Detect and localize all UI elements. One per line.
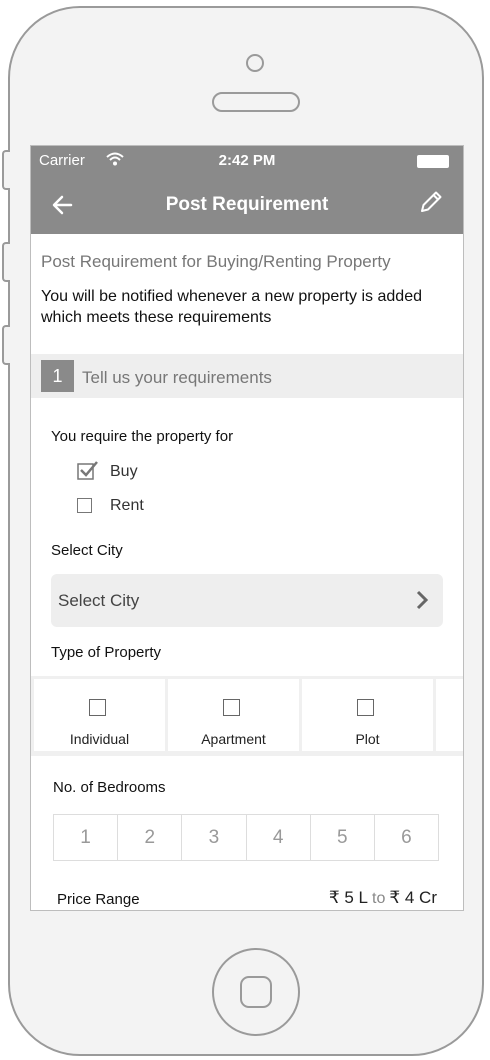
chevron-right-icon xyxy=(416,590,429,610)
app-header: Carrier 2:42 PM Post Requirement xyxy=(31,146,463,234)
app-screen: Carrier 2:42 PM Post Requirement Post Re… xyxy=(30,145,464,911)
bedroom-option[interactable]: 3 xyxy=(182,815,247,860)
property-type-label: Type of Property xyxy=(51,644,162,661)
earpiece-speaker xyxy=(212,92,300,112)
checkbox-icon[interactable] xyxy=(357,699,374,716)
bedroom-option[interactable]: 1 xyxy=(54,815,119,860)
purpose-label: You require the property for xyxy=(51,428,234,445)
home-button-square xyxy=(240,976,272,1008)
type-card-plot[interactable]: Plot xyxy=(302,679,433,751)
checkbox-icon[interactable] xyxy=(223,699,240,716)
buy-label: Buy xyxy=(110,463,138,480)
checkbox-checked-icon[interactable] xyxy=(77,459,99,481)
checkbox-icon[interactable] xyxy=(89,699,106,716)
property-type-list: Individual Apartment Plot xyxy=(31,676,463,756)
bedroom-option[interactable]: 4 xyxy=(247,815,311,860)
type-label: Apartment xyxy=(201,731,266,747)
volume-down-button xyxy=(2,325,10,365)
intro-text: You will be notified whenever a new prop… xyxy=(41,288,422,326)
mute-switch xyxy=(2,150,10,190)
page-title: Post Requirement xyxy=(165,194,329,215)
bedrooms-selector: 1 2 3 4 5 6 xyxy=(53,814,439,861)
price-range-value: ₹ 5 Lto ₹ 4 Cr xyxy=(329,888,437,908)
battery-icon xyxy=(417,155,449,168)
rent-label: Rent xyxy=(110,497,144,514)
bedrooms-label: No. of Bedrooms xyxy=(53,779,166,796)
bedroom-option[interactable]: 6 xyxy=(375,815,438,860)
type-card-apartment[interactable]: Apartment xyxy=(168,679,299,751)
home-button[interactable] xyxy=(212,948,300,1036)
type-label: Individual xyxy=(69,731,130,747)
type-card-next[interactable] xyxy=(436,679,463,751)
city-selector[interactable]: Select City xyxy=(51,574,443,627)
city-placeholder: Select City xyxy=(58,591,140,610)
bedroom-option[interactable]: 5 xyxy=(311,815,375,860)
bedroom-option[interactable]: 2 xyxy=(118,815,183,860)
price-min: ₹ 5 L xyxy=(328,888,368,907)
status-time: 2:42 PM xyxy=(218,152,276,169)
camera-dot xyxy=(246,54,264,72)
price-to: to xyxy=(372,890,386,907)
step-number: 1 xyxy=(41,360,74,392)
edit-pencil-icon[interactable] xyxy=(417,188,445,216)
price-max: ₹ 4 Cr xyxy=(389,888,437,907)
price-range-label: Price Range xyxy=(57,891,140,908)
city-label: Select City xyxy=(51,542,123,559)
intro-heading: Post Requirement for Buying/Renting Prop… xyxy=(41,252,391,271)
step-header: 1 Tell us your requirements xyxy=(31,354,463,398)
status-bar: Carrier 2:42 PM xyxy=(39,152,455,172)
step-label: Tell us your requirements xyxy=(82,368,272,387)
volume-up-button xyxy=(2,242,10,282)
type-label: Plot xyxy=(355,731,380,747)
checkbox-icon[interactable] xyxy=(77,498,92,513)
type-card-individual[interactable]: Individual xyxy=(34,679,165,751)
